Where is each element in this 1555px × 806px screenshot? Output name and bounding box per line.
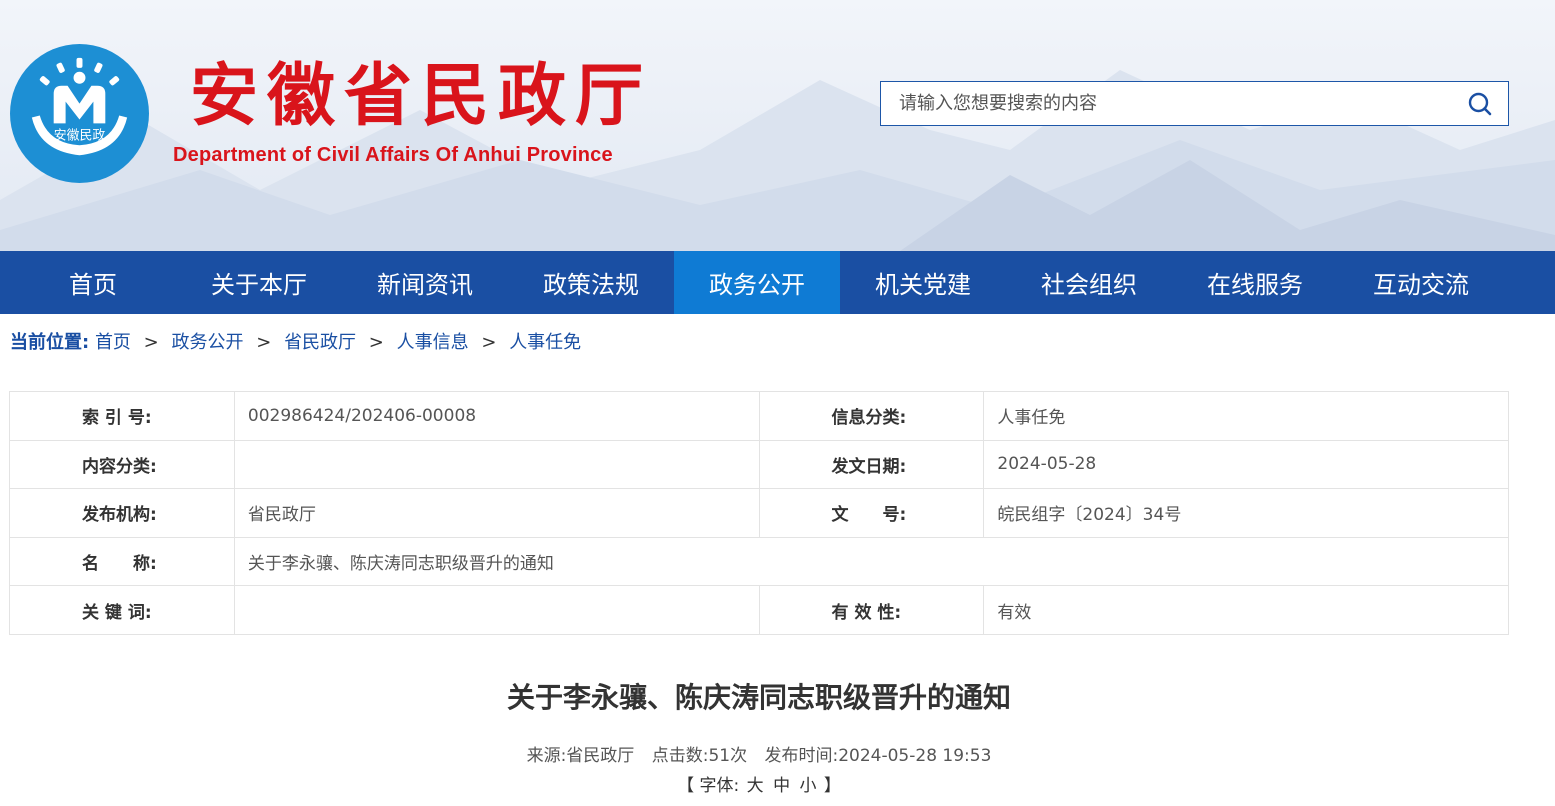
nav-item-home[interactable]: 首页 [10,251,176,314]
content-category-label: 内容分类: [9,439,235,490]
nav-item-social-org[interactable]: 社会组织 [1006,251,1172,314]
nav-item-party[interactable]: 机关党建 [840,251,1006,314]
article-source: 来源:省民政厅 [526,746,635,766]
breadcrumb-personnel-info[interactable]: 人事信息 [397,332,469,353]
search-button[interactable] [1452,82,1508,125]
issue-date-value: 2024-05-28 [983,439,1509,490]
site-header: 安徽民政 安徽省民政厅 Department of Civil Affairs … [0,0,1555,251]
civil-affairs-logo: 安徽民政 [10,44,149,183]
issue-date-label: 发文日期: [758,439,985,490]
index-no-value: 002986424/202406-00008 [233,391,760,441]
keywords-value [233,585,760,635]
font-size-medium[interactable]: 中 [773,776,790,796]
doc-name-value: 关于李永骧、陈庆涛同志职级晋升的通知 [233,536,1510,587]
font-size-large[interactable]: 大 [747,776,764,796]
search-input[interactable] [881,82,1452,125]
info-category-label: 信息分类: [758,391,985,441]
article-clicks: 点击数:51次 [651,746,748,766]
table-row: 索 引 号: 002986424/202406-00008 信息分类: 人事任免 [9,391,1509,441]
breadcrumb-appointments[interactable]: 人事任免 [509,332,581,353]
breadcrumb-separator: > [256,332,272,353]
table-row: 发布机构: 省民政厅 文 号: 皖民组字〔2024〕34号 [9,488,1509,538]
site-subtitle: Department of Civil Affairs Of Anhui Pro… [173,144,613,166]
publisher-label: 发布机构: [9,488,235,538]
info-category-value: 人事任免 [983,391,1509,441]
table-row: 关 键 词: 有 效 性: 有效 [9,585,1509,635]
search-icon [1468,92,1492,115]
doc-number-value: 皖民组字〔2024〕34号 [983,488,1509,538]
table-row: 名 称: 关于李永骧、陈庆涛同志职级晋升的通知 [9,536,1510,587]
font-size-selector: 【 字体: 大 中 小 】 [0,771,1518,796]
article-title: 关于李永骧、陈庆涛同志职级晋升的通知 [506,681,1011,714]
font-bracket-close: 】 [823,776,841,796]
font-size-label: 字体: [699,776,740,796]
breadcrumb-department[interactable]: 省民政厅 [284,332,356,353]
validity-value: 有效 [983,585,1509,635]
content-category-value [233,439,760,490]
search-box [880,81,1509,126]
nav-item-online-service[interactable]: 在线服务 [1172,251,1338,314]
article-published-time: 发布时间:2024-05-28 19:53 [764,746,992,766]
breadcrumb-home[interactable]: 首页 [95,332,131,353]
nav-item-policy[interactable]: 政策法规 [508,251,674,314]
keywords-label: 关 键 词: [9,585,235,635]
logo-text: 安徽民政 [54,128,106,143]
table-row: 内容分类: 发文日期: 2024-05-28 [9,439,1509,490]
nav-item-about[interactable]: 关于本厅 [176,251,342,314]
index-no-label: 索 引 号: [9,391,235,441]
breadcrumb-gov-affairs[interactable]: 政务公开 [172,332,244,353]
doc-name-label: 名 称: [9,536,235,587]
article-meta: 来源:省民政厅 点击数:51次 发布时间:2024-05-28 19:53 [0,741,1518,766]
font-size-small[interactable]: 小 [799,776,816,796]
breadcrumb-label: 当前位置: [10,332,90,353]
breadcrumb: 当前位置: 首页 > 政务公开 > 省民政厅 > 人事信息 > 人事任免 [10,328,581,354]
breadcrumb-separator: > [481,332,497,353]
nav-item-news[interactable]: 新闻资讯 [342,251,508,314]
site-title: 安徽省民政厅 [190,56,653,136]
doc-number-label: 文 号: [758,488,985,538]
nav-item-interaction[interactable]: 互动交流 [1338,251,1504,314]
breadcrumb-separator: > [368,332,384,353]
nav-item-gov-affairs[interactable]: 政务公开 [674,251,840,314]
validity-label: 有 效 性: [758,585,985,635]
breadcrumb-separator: > [143,332,159,353]
document-info-table: 索 引 号: 002986424/202406-00008 信息分类: 人事任免… [9,391,1510,635]
publisher-value: 省民政厅 [233,488,760,538]
main-nav: 首页 关于本厅 新闻资讯 政策法规 政务公开 机关党建 社会组织 在线服务 互动… [0,251,1555,314]
font-bracket-open: 【 [677,776,695,796]
